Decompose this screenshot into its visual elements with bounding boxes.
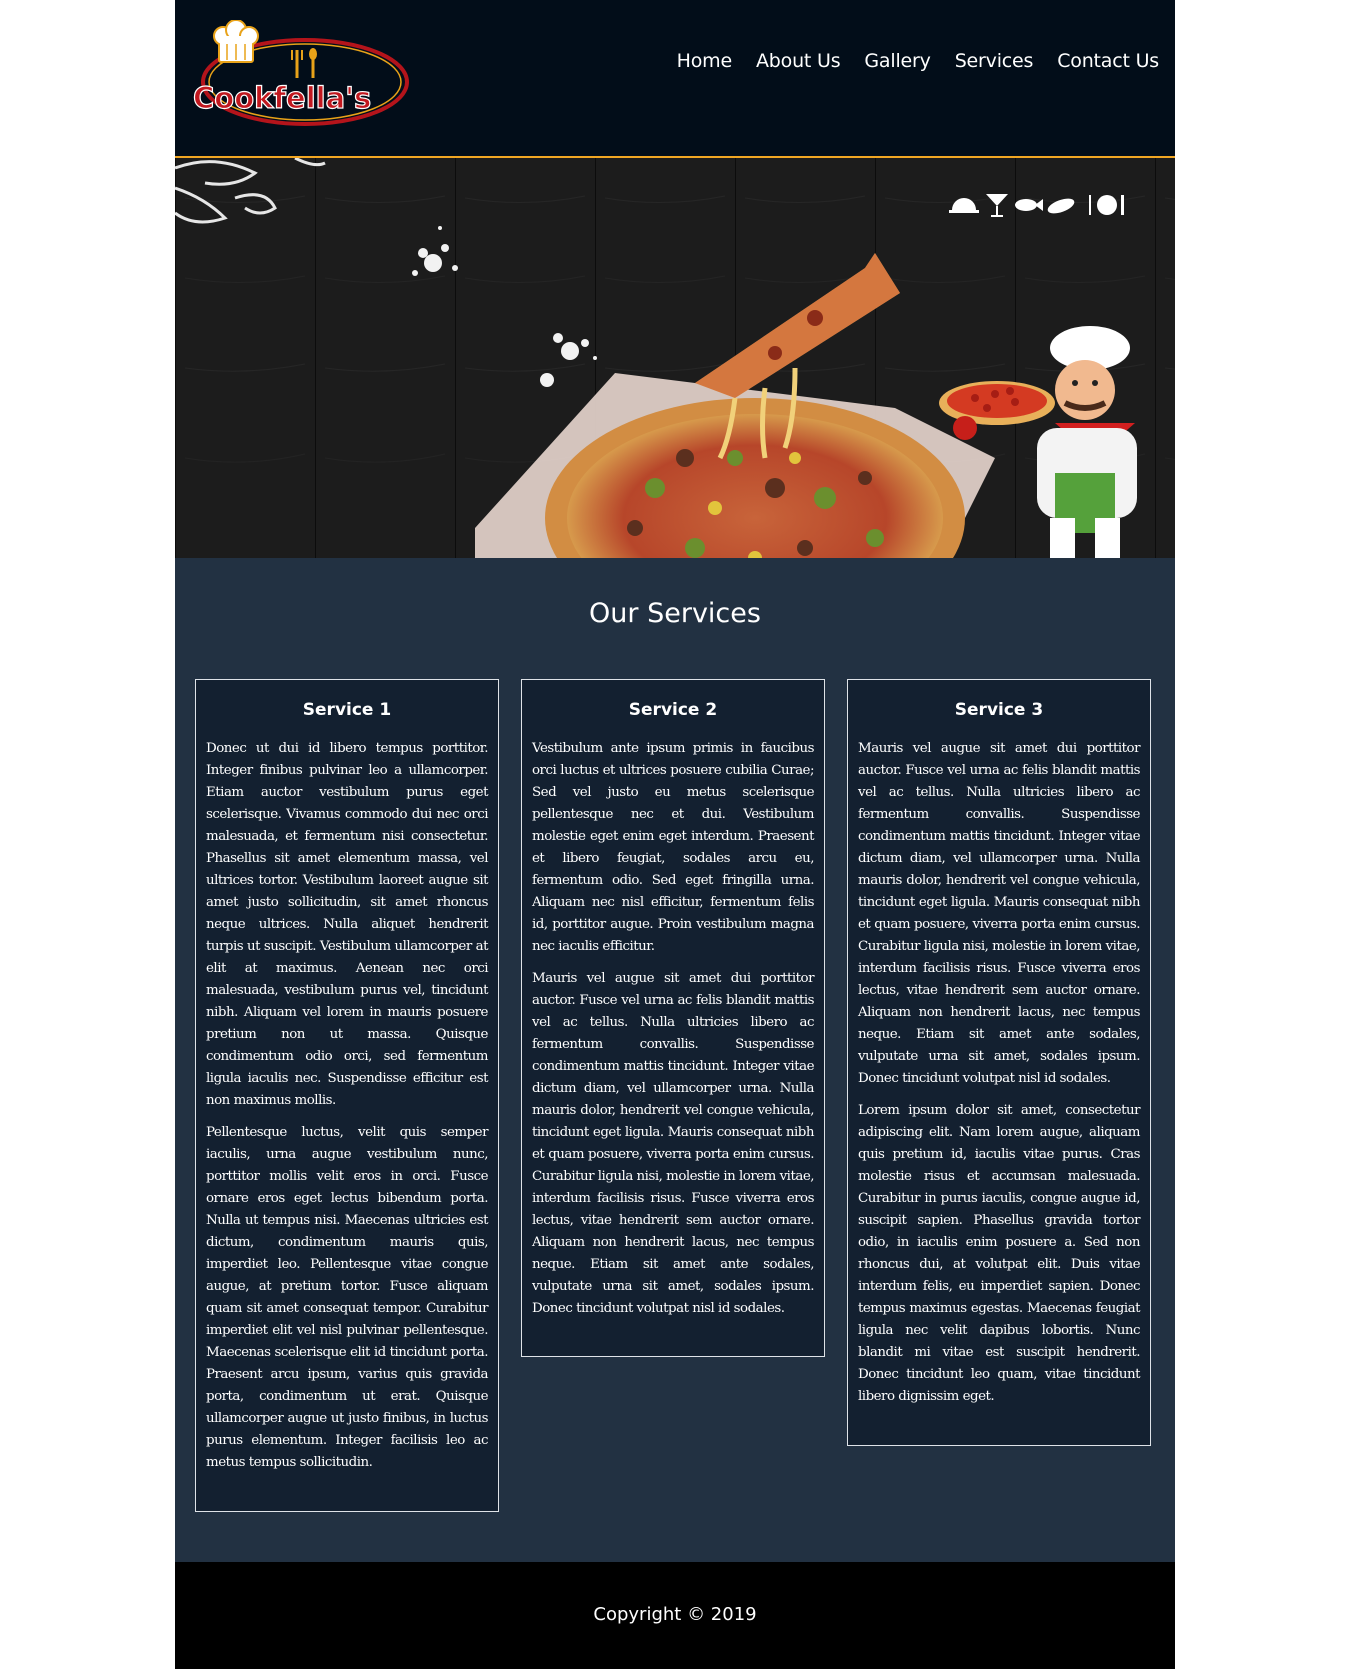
service-card-paragraph: Mauris vel augue sit amet dui porttitor …: [858, 741, 1141, 1086]
site-footer: Copyright © 2019: [175, 1562, 1175, 1669]
nav-services[interactable]: Services: [955, 50, 1034, 72]
service-card-1: Service 1 Donec ut dui id libero tempus …: [195, 679, 499, 1512]
copyright-text: Copyright © 2019: [593, 1604, 757, 1625]
services-heading: Our Services: [589, 598, 761, 629]
service-card-title: Service 3: [954, 700, 1044, 720]
site-header: Cookfella's Home About Us Gallery Servic…: [175, 0, 1175, 158]
service-card-paragraph: Donec ut dui id libero tempus porttitor.…: [206, 741, 489, 1108]
page: Cookfella's Home About Us Gallery Servic…: [175, 0, 1175, 1669]
nav-home[interactable]: Home: [677, 50, 733, 72]
cookfellas-logo[interactable]: Cookfella's: [189, 20, 411, 132]
hero-banner: [175, 158, 1175, 558]
nav-gallery[interactable]: Gallery: [864, 50, 930, 72]
main-nav: Home About Us Gallery Services Contact U…: [677, 50, 1160, 72]
service-card-paragraph: Vestibulum ante ipsum primis in faucibus…: [532, 741, 815, 954]
service-card-2: Service 2 Vestibulum ante ipsum primis i…: [521, 679, 825, 1357]
service-card-title: Service 2: [628, 700, 718, 720]
service-card-paragraph: Lorem ipsum dolor sit amet, consectetur …: [858, 1103, 1141, 1404]
service-card-3: Service 3 Mauris vel augue sit amet dui …: [847, 679, 1151, 1446]
nav-about-us[interactable]: About Us: [756, 50, 841, 72]
nav-contact-us[interactable]: Contact Us: [1057, 50, 1159, 72]
service-card-paragraph: Pellentesque luctus, velit quis semper i…: [206, 1125, 489, 1470]
service-card-title: Service 1: [302, 700, 392, 720]
service-card-paragraph: Mauris vel augue sit amet dui porttitor …: [532, 971, 815, 1316]
logo-text: Cookfella's: [193, 81, 371, 115]
chef-hat-icon: [213, 20, 259, 63]
